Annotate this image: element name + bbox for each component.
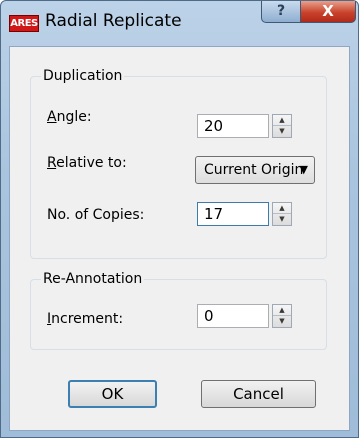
window-title: Radial Replicate xyxy=(45,11,182,31)
angle-label-text: ngle: xyxy=(56,109,92,125)
angle-input[interactable]: 20 xyxy=(197,114,269,138)
ares-app-icon: ARES xyxy=(9,15,39,32)
relative-to-label: Relative to: xyxy=(47,154,127,172)
angle-label-accelerator: A xyxy=(47,109,57,125)
chevron-down-icon[interactable]: ▼ xyxy=(300,157,308,183)
reannotation-legend: Re-Annotation xyxy=(41,271,145,287)
angle-spinner[interactable]: ▲ ▼ xyxy=(272,114,292,138)
relative-to-dropdown[interactable]: Current Origin ▼ xyxy=(195,156,315,184)
relative-to-label-accelerator: R xyxy=(47,155,57,171)
copies-spin-up-icon[interactable]: ▲ xyxy=(273,203,291,214)
close-icon: X xyxy=(322,2,334,20)
copies-spin-down-icon[interactable]: ▼ xyxy=(273,214,291,225)
angle-spin-down-icon[interactable]: ▼ xyxy=(273,126,291,137)
copies-input[interactable]: 17 xyxy=(197,202,269,226)
increment-input[interactable]: 0 xyxy=(197,304,269,328)
increment-label-text: ncrement: xyxy=(51,311,124,327)
increment-spinner[interactable]: ▲ ▼ xyxy=(272,304,292,328)
increment-spin-down-icon[interactable]: ▼ xyxy=(273,316,291,327)
relative-to-selected: Current Origin xyxy=(204,162,304,178)
relative-to-label-text: elative to: xyxy=(56,155,127,171)
close-button[interactable]: X xyxy=(300,1,356,23)
help-button[interactable]: ? xyxy=(261,1,301,23)
copies-spinner[interactable]: ▲ ▼ xyxy=(272,202,292,226)
cancel-button[interactable]: Cancel xyxy=(201,380,316,408)
ok-button[interactable]: OK xyxy=(68,380,157,408)
angle-label: Angle: xyxy=(47,108,92,126)
increment-label: Increment: xyxy=(47,310,123,328)
dialog-window: ARES Radial Replicate ? X Duplication An… xyxy=(0,0,359,438)
copies-label: No. of Copies: xyxy=(47,207,145,223)
increment-spin-up-icon[interactable]: ▲ xyxy=(273,305,291,316)
help-icon: ? xyxy=(276,3,286,19)
angle-spin-up-icon[interactable]: ▲ xyxy=(273,115,291,126)
duplication-legend: Duplication xyxy=(41,68,125,84)
title-bar[interactable]: ARES Radial Replicate ? X xyxy=(1,1,358,45)
dialog-client-area: Duplication Angle: 20 ▲ ▼ Relative to: C… xyxy=(9,46,350,431)
